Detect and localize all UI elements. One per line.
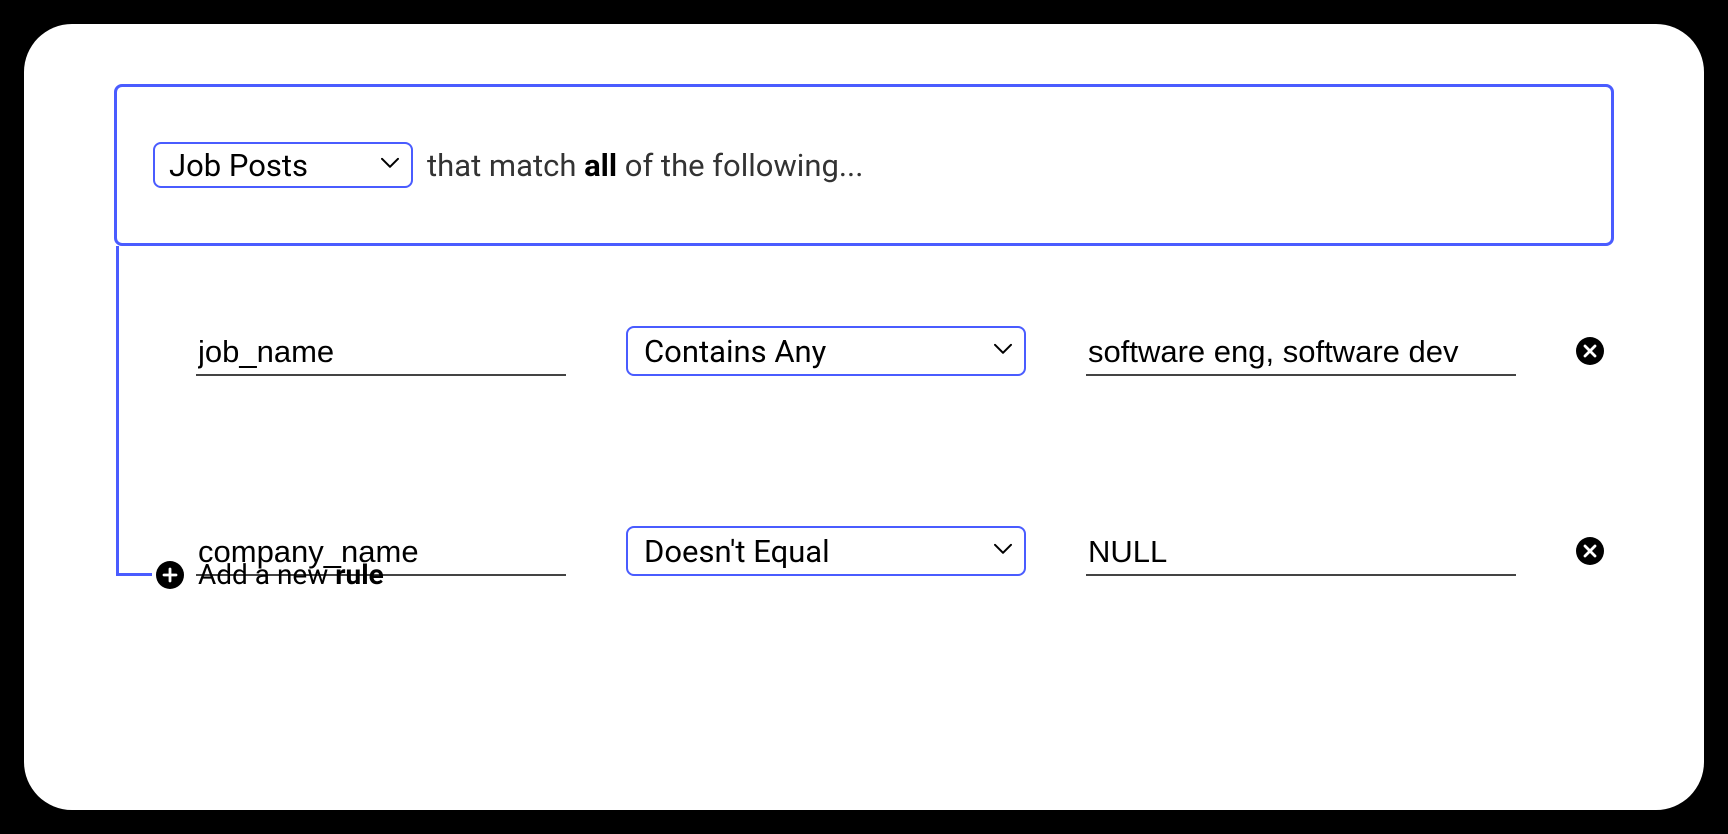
chevron-down-icon	[994, 344, 1012, 356]
rule-field-input[interactable]	[196, 330, 566, 376]
remove-rule-button[interactable]	[1576, 337, 1604, 365]
rule-value-input[interactable]	[1086, 530, 1516, 576]
tree-connector-elbow	[116, 558, 152, 576]
tree-connector-line	[116, 246, 119, 561]
thing-type-selected-label: Job Posts	[169, 147, 308, 184]
close-icon	[1576, 537, 1604, 565]
filter-header-description: that match all of the following...	[427, 147, 863, 184]
rule-operator-select[interactable]: Contains Any	[626, 326, 1026, 376]
desc-bold: all	[584, 147, 617, 184]
add-rule-bold: rule	[335, 558, 383, 591]
rule-operator-label: Contains Any	[644, 333, 826, 370]
plus-icon	[156, 561, 184, 589]
thing-type-select[interactable]: Job Posts	[153, 142, 413, 188]
chevron-down-icon	[994, 544, 1012, 556]
desc-prefix: that match	[427, 147, 584, 184]
remove-rule-button[interactable]	[1576, 537, 1604, 565]
filter-builder-card: Job Posts that match all of the followin…	[24, 24, 1704, 810]
chevron-down-icon	[381, 158, 399, 170]
rule-operator-select[interactable]: Doesn't Equal	[626, 526, 1026, 576]
add-rule-prefix: Add a new	[198, 558, 335, 591]
filter-header-box: Job Posts that match all of the followin…	[114, 84, 1614, 246]
add-rule-button[interactable]: Add a new rule	[156, 558, 384, 591]
rule-row: Contains Any	[196, 326, 1614, 376]
rules-tree: Contains Any Doesn't Equal	[116, 246, 1614, 576]
rules-list: Contains Any Doesn't Equal	[116, 246, 1614, 576]
close-icon	[1576, 337, 1604, 365]
rule-value-input[interactable]	[1086, 330, 1516, 376]
rule-row: Doesn't Equal	[196, 526, 1614, 576]
rule-operator-label: Doesn't Equal	[644, 533, 830, 570]
desc-suffix: of the following...	[617, 147, 863, 184]
add-rule-label: Add a new rule	[198, 558, 384, 591]
